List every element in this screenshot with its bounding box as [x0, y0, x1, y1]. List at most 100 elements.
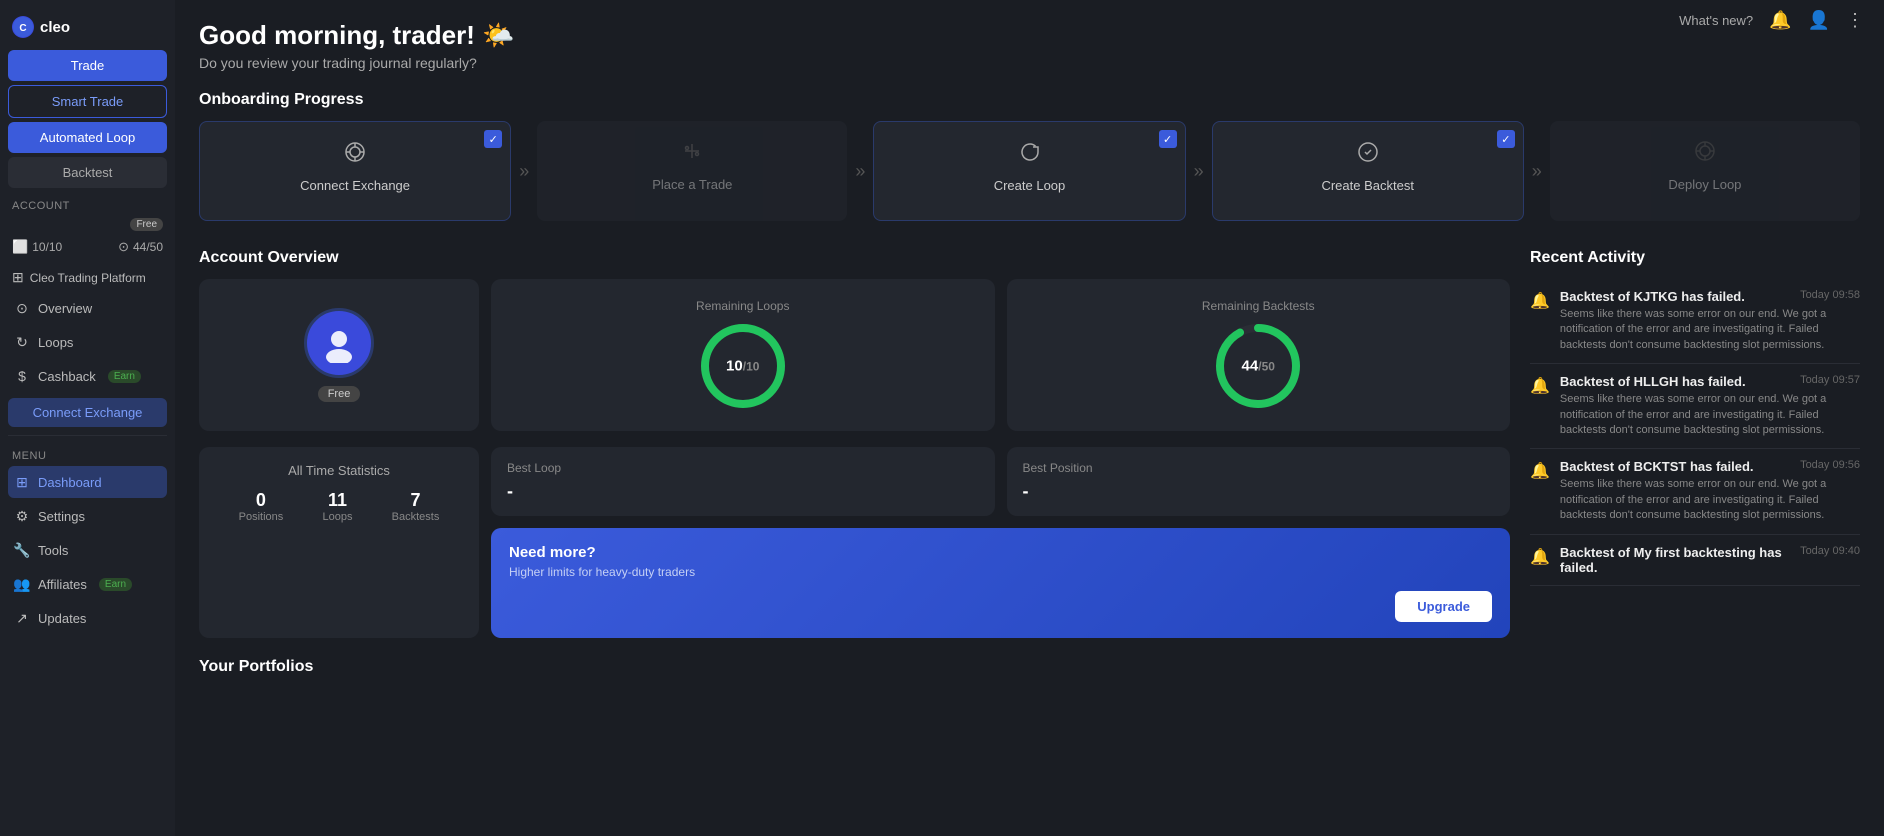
- step-check-create-backtest: ✓: [1497, 130, 1515, 148]
- remaining-loops-value: 10/10: [726, 358, 759, 375]
- loops-icon: ↻: [14, 334, 30, 350]
- activity-item-2-title: Backtest of HLLGH has failed.: [1560, 374, 1746, 389]
- overview-activity-section: Account Overview Free Remaining Loops: [199, 249, 1860, 676]
- activity-item-1-title: Backtest of KJTKG has failed.: [1560, 289, 1745, 304]
- step-label-create-backtest: Create Backtest: [1321, 178, 1414, 193]
- greeting-section: Good morning, trader! 🌤️ Do you review y…: [199, 20, 1860, 71]
- sidebar-item-loops-label: Loops: [38, 335, 73, 350]
- sidebar-item-dashboard[interactable]: ⊞ Dashboard: [8, 466, 167, 498]
- activity-item-4-title: Backtest of My first backtesting has fai…: [1560, 545, 1800, 575]
- sidebar-item-dashboard-label: Dashboard: [38, 475, 102, 490]
- tools-icon: 🔧: [14, 542, 30, 558]
- remaining-loops-progress: 10/10: [698, 321, 788, 411]
- need-more-title: Need more?: [509, 544, 1492, 561]
- onboarding-section: Onboarding Progress ✓ Connect Exchange »…: [199, 91, 1860, 221]
- loops-all-time-label: Loops: [322, 511, 352, 523]
- logo-text: cleo: [40, 19, 70, 36]
- activity-item-4-time: Today 09:40: [1800, 545, 1860, 557]
- positions-value: 0: [239, 490, 284, 511]
- upgrade-button[interactable]: Upgrade: [1395, 591, 1492, 622]
- best-and-more: Best Loop - Best Position - Need more? H…: [491, 447, 1510, 638]
- activity-item-1-row: Backtest of KJTKG has failed. Today 09:5…: [1560, 289, 1860, 304]
- all-time-stats-card: All Time Statistics 0 Positions 11 Loops…: [199, 447, 479, 638]
- stats-best-grid: All Time Statistics 0 Positions 11 Loops…: [199, 447, 1510, 638]
- sidebar-divider: [8, 435, 167, 436]
- best-loop-label: Best Loop: [507, 461, 979, 475]
- logo: C cleo: [8, 8, 167, 50]
- dashboard-icon: ⊞: [14, 474, 30, 490]
- more-menu-icon[interactable]: ⋮: [1846, 10, 1864, 31]
- list-item: 🔔 Backtest of My first backtesting has f…: [1530, 535, 1860, 586]
- best-position-value: -: [1023, 481, 1495, 502]
- all-time-stats-row: 0 Positions 11 Loops 7 Backtests: [219, 490, 459, 523]
- sidebar-item-affiliates-label: Affiliates: [38, 577, 87, 592]
- sidebar: C cleo Trade Smart Trade Automated Loop …: [0, 0, 175, 836]
- step-check-connect-exchange: ✓: [484, 130, 502, 148]
- bell-icon-4: 🔔: [1530, 547, 1550, 575]
- sidebar-item-loops[interactable]: ↻ Loops: [8, 326, 167, 358]
- step-deploy-loop[interactable]: Deploy Loop: [1550, 121, 1860, 221]
- best-loop-card: Best Loop -: [491, 447, 995, 516]
- activity-list: 🔔 Backtest of KJTKG has failed. Today 09…: [1530, 279, 1860, 586]
- automated-loop-button[interactable]: Automated Loop: [8, 122, 167, 153]
- account-overview-section: Account Overview Free Remaining Loops: [199, 249, 1510, 676]
- best-position-label: Best Position: [1023, 461, 1495, 475]
- user-profile-icon[interactable]: 👤: [1808, 10, 1830, 31]
- loops-all-time-value: 11: [322, 490, 352, 511]
- sidebar-item-tools[interactable]: 🔧 Tools: [8, 534, 167, 566]
- user-avatar: [304, 308, 374, 378]
- activity-item-1-desc: Seems like there was some error on our e…: [1560, 307, 1860, 353]
- account-section-label: Account: [8, 192, 167, 216]
- activity-item-3-time: Today 09:56: [1800, 459, 1860, 471]
- backtests-all-time-stat: 7 Backtests: [392, 490, 440, 523]
- remaining-backtests-value: 44/50: [1242, 358, 1275, 375]
- greeting-title: Good morning, trader! 🌤️: [199, 20, 1860, 51]
- best-loop-value: -: [507, 481, 979, 502]
- overview-grid: Free Remaining Loops 10/10: [199, 279, 1510, 431]
- trade-button[interactable]: Trade: [8, 50, 167, 81]
- step-create-backtest[interactable]: ✓ Create Backtest: [1212, 121, 1524, 221]
- activity-item-2-time: Today 09:57: [1800, 374, 1860, 386]
- cashback-earn-badge: Earn: [108, 370, 141, 383]
- activity-item-1-content: Backtest of KJTKG has failed. Today 09:5…: [1560, 289, 1860, 353]
- sidebar-item-settings[interactable]: ⚙ Settings: [8, 500, 167, 532]
- platform-label: ⊞ Cleo Trading Platform: [8, 263, 167, 292]
- activity-item-4-content: Backtest of My first backtesting has fai…: [1560, 545, 1860, 575]
- best-position-card: Best Position -: [1007, 447, 1511, 516]
- sidebar-item-updates[interactable]: ↗ Updates: [8, 602, 167, 634]
- backtests-all-time-label: Backtests: [392, 511, 440, 523]
- main-content: What's new? 🔔 👤 ⋮ Good morning, trader! …: [175, 0, 1884, 836]
- deploy-loop-step-icon: [1693, 139, 1717, 169]
- settings-icon: ⚙: [14, 508, 30, 524]
- account-overview-title: Account Overview: [199, 249, 1510, 267]
- sidebar-item-overview[interactable]: ⊙ Overview: [8, 292, 167, 324]
- sidebar-item-settings-label: Settings: [38, 509, 85, 524]
- activity-item-3-row: Backtest of BCKTST has failed. Today 09:…: [1560, 459, 1860, 474]
- notification-bell-icon[interactable]: 🔔: [1769, 10, 1791, 31]
- stats-row: ⬜ 10/10 ⊙ 44/50: [8, 235, 167, 263]
- recent-activity-title: Recent Activity: [1530, 249, 1860, 267]
- whats-new-link[interactable]: What's new?: [1679, 13, 1753, 28]
- bell-icon-3: 🔔: [1530, 461, 1550, 523]
- smart-trade-button[interactable]: Smart Trade: [8, 85, 167, 118]
- menu-section-label: Menu: [8, 440, 167, 466]
- step-create-loop[interactable]: ✓ Create Loop: [873, 121, 1185, 221]
- activity-item-2-content: Backtest of HLLGH has failed. Today 09:5…: [1560, 374, 1860, 438]
- sidebar-item-affiliates[interactable]: 👥 Affiliates Earn: [8, 568, 167, 600]
- all-time-title: All Time Statistics: [219, 463, 459, 478]
- step-place-trade[interactable]: Place a Trade: [537, 121, 847, 221]
- connect-exchange-step-icon: [343, 140, 367, 170]
- loops-all-time-stat: 11 Loops: [322, 490, 352, 523]
- loops-stat-value: 10/10: [32, 240, 62, 254]
- remaining-backtests-progress: 44/50: [1213, 321, 1303, 411]
- connect-exchange-button[interactable]: Connect Exchange: [8, 398, 167, 427]
- backtest-button[interactable]: Backtest: [8, 157, 167, 188]
- remaining-loops-card: Remaining Loops 10/10: [491, 279, 995, 431]
- sidebar-item-updates-label: Updates: [38, 611, 86, 626]
- activity-item-4-row: Backtest of My first backtesting has fai…: [1560, 545, 1860, 575]
- affiliates-earn-badge: Earn: [99, 578, 132, 591]
- step-connect-exchange[interactable]: ✓ Connect Exchange: [199, 121, 511, 221]
- plan-badge: Free: [318, 386, 361, 402]
- overview-icon: ⊙: [14, 300, 30, 316]
- sidebar-item-cashback[interactable]: $ Cashback Earn: [8, 360, 167, 392]
